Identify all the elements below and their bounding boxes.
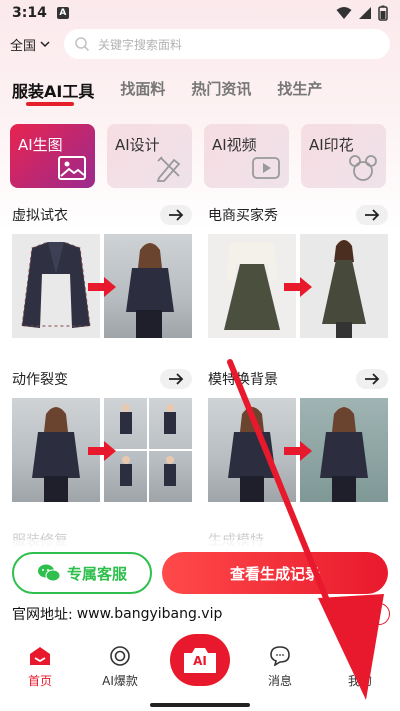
nav-ai-trend[interactable]: AI爆款 <box>90 646 150 689</box>
card-arrow-button[interactable] <box>356 205 388 225</box>
status-bar: 3:14 A <box>0 0 400 26</box>
card-preview <box>208 234 388 338</box>
tab-find-fabric[interactable]: 找面料 <box>120 78 165 99</box>
tool-ai-image[interactable]: AI生图 <box>10 124 95 188</box>
view-records-label: 查看生成记录 <box>229 564 320 583</box>
tool-ai-print[interactable]: AI印花 <box>301 124 386 188</box>
card-preview <box>12 234 192 338</box>
photo-model-original-bg <box>208 398 296 502</box>
design-tools-icon <box>156 156 181 182</box>
search-row: 全国 关键字搜索面料 <box>0 28 400 60</box>
nav-messages[interactable]: 消息 <box>250 646 310 689</box>
card-pose-variation[interactable]: 动作裂变 <box>12 368 192 502</box>
card-title: 模特换背景 <box>208 372 278 388</box>
video-play-icon <box>252 157 280 179</box>
wifi-icon <box>336 7 352 19</box>
home-indicator <box>150 703 250 707</box>
tab-find-production[interactable]: 找生产 <box>277 78 322 99</box>
ai-camera-label: AI <box>193 654 207 668</box>
photo-model-dress <box>300 234 388 338</box>
ai-tools-row: AI生图 AI设计 AI视频 AI印花 <box>0 124 400 190</box>
tool-ai-design[interactable]: AI设计 <box>107 124 192 188</box>
profile-icon <box>350 647 370 666</box>
bottom-nav: 首页 AI爆款 AI 消息 我的 <box>0 634 400 694</box>
website-url: www.bangyibang.vip <box>76 606 223 622</box>
tool-label: AI视频 <box>212 136 257 154</box>
signal-icon <box>359 7 371 19</box>
action-panel: 专属客服 查看生成记录 官网地址: www.bangyibang.vip 复制 <box>0 540 400 630</box>
photo-model-pose-grid <box>104 398 192 502</box>
tab-ai-tools[interactable]: 服装AI工具 <box>12 78 94 106</box>
red-arrow-icon <box>88 441 116 461</box>
nav-home[interactable]: 首页 <box>10 646 70 689</box>
card-preview <box>12 398 192 502</box>
chevron-down-icon <box>40 41 50 48</box>
copy-button[interactable]: 复制 <box>338 603 390 625</box>
arrow-right-icon <box>365 209 380 221</box>
card-change-background[interactable]: 模特换背景 <box>208 368 388 502</box>
search-icon <box>75 37 90 52</box>
arrow-right-icon <box>365 373 380 385</box>
home-icon <box>30 647 50 665</box>
view-records-button[interactable]: 查看生成记录 <box>162 552 388 594</box>
photo-model-blazer <box>104 234 192 338</box>
card-title: 电商买家秀 <box>208 208 278 224</box>
card-title: 动作裂变 <box>12 372 68 388</box>
nav-profile[interactable]: 我的 <box>330 646 390 689</box>
photo-model-new-bg <box>300 398 388 502</box>
arrow-right-icon <box>169 209 184 221</box>
message-icon <box>270 646 290 666</box>
status-time: 3:14 <box>12 5 47 21</box>
arrow-right-icon <box>169 373 184 385</box>
card-title: 虚拟试衣 <box>12 208 68 224</box>
photo-dress <box>208 234 296 338</box>
notification-badge-icon: A <box>56 7 69 19</box>
region-selector[interactable]: 全国 <box>10 35 58 54</box>
red-arrow-icon <box>284 441 312 461</box>
card-preview <box>208 398 388 502</box>
tool-ai-video[interactable]: AI视频 <box>204 124 289 188</box>
red-arrow-icon <box>88 277 116 297</box>
search-placeholder: 关键字搜索面料 <box>98 37 183 52</box>
photo-model-pose-main <box>12 398 100 502</box>
website-row: 官网地址: www.bangyibang.vip 复制 <box>12 602 390 626</box>
region-label: 全国 <box>10 38 37 54</box>
wechat-icon <box>37 564 61 582</box>
customer-service-label: 专属客服 <box>66 564 127 583</box>
tool-label: AI印花 <box>309 136 354 154</box>
tab-hot-news[interactable]: 热门资讯 <box>191 78 251 99</box>
nav-label: AI爆款 <box>102 674 138 688</box>
card-virtual-tryon[interactable]: 虚拟试衣 <box>12 204 192 338</box>
red-arrow-icon <box>284 277 312 297</box>
nav-label: 首页 <box>27 674 52 688</box>
photo-blazer <box>12 234 100 338</box>
status-icons <box>336 5 388 21</box>
search-input[interactable]: 关键字搜索面料 <box>64 29 390 59</box>
customer-service-button[interactable]: 专属客服 <box>12 552 152 594</box>
battery-icon <box>378 5 388 21</box>
tool-label: AI设计 <box>115 136 160 154</box>
card-arrow-button[interactable] <box>160 369 192 389</box>
mickey-icon <box>349 155 377 181</box>
ai-camera-button[interactable]: AI <box>170 634 230 686</box>
card-arrow-button[interactable] <box>356 369 388 389</box>
website-label: 官网地址: <box>12 607 73 623</box>
nav-label: 我的 <box>347 674 372 688</box>
category-tabs: 服装AI工具 找面料 热门资讯 找生产 <box>0 78 400 110</box>
card-arrow-button[interactable] <box>160 205 192 225</box>
nav-label: 消息 <box>267 674 292 688</box>
image-icon <box>58 156 86 180</box>
tool-label: AI生图 <box>18 136 63 154</box>
ai-trend-icon <box>110 646 130 666</box>
card-buyer-show[interactable]: 电商买家秀 <box>208 204 388 338</box>
